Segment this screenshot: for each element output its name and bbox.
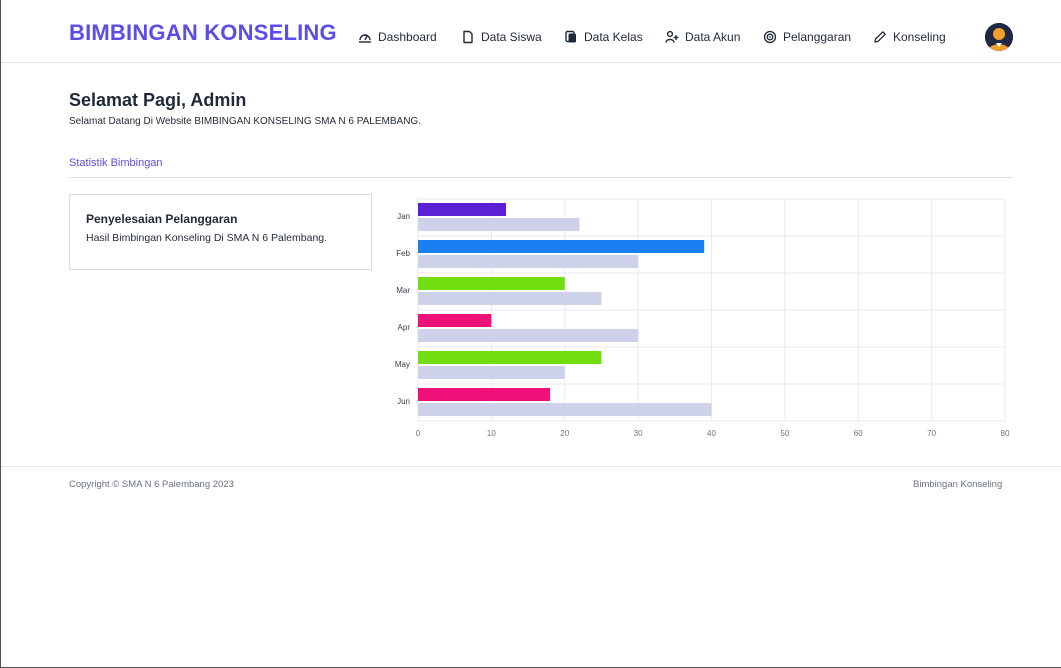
nav-pelanggaran-label: Pelanggaran <box>783 30 852 44</box>
nav-data-kelas-label: Data Kelas <box>584 30 643 44</box>
nav-konseling[interactable]: Konseling <box>873 30 946 44</box>
section-divider <box>69 177 1013 178</box>
x-tick-label: 40 <box>707 429 716 438</box>
nav-pelanggaran[interactable]: Pelanggaran <box>763 30 851 44</box>
x-tick-label: 60 <box>854 429 863 438</box>
nav-konseling-label: Konseling <box>893 30 946 44</box>
bar-secondary <box>418 255 639 268</box>
nav-data-akun[interactable]: Data Akun <box>665 30 740 44</box>
nav-data-kelas[interactable]: Data Kelas <box>564 30 643 44</box>
bar-primary <box>418 314 492 327</box>
bar-secondary <box>418 403 712 416</box>
section-title: Statistik Bimbingan <box>69 157 163 169</box>
y-tick-label: Feb <box>396 249 410 258</box>
nav-data-akun-label: Data Akun <box>685 30 741 44</box>
info-card: Penyelesaian Pelanggaran Hasil Bimbingan… <box>69 194 372 270</box>
user-avatar-icon <box>985 23 1013 51</box>
y-tick-label: Mar <box>396 286 410 295</box>
nav-data-siswa-label: Data Siswa <box>481 30 542 44</box>
x-tick-label: 80 <box>1001 429 1010 438</box>
file-icon <box>463 30 473 44</box>
x-tick-label: 0 <box>416 429 421 438</box>
user-plus-icon <box>665 30 679 43</box>
bar-primary <box>418 351 602 364</box>
pencil-icon <box>874 31 886 43</box>
bar-secondary <box>418 292 602 305</box>
bar-primary <box>418 277 565 290</box>
target-icon <box>763 30 777 44</box>
nav-data-siswa[interactable]: Data Siswa <box>461 30 542 44</box>
welcome-text: Selamat Datang Di Website BIMBINGAN KONS… <box>69 116 421 127</box>
bar-primary <box>418 240 705 253</box>
footer-divider <box>1 466 1061 467</box>
nav-dashboard[interactable]: Dashboard <box>358 30 437 44</box>
avatar[interactable] <box>985 23 1013 51</box>
copy-icon <box>565 30 576 43</box>
page-title: Selamat Pagi, Admin <box>69 90 247 110</box>
y-tick-label: Jan <box>397 212 410 221</box>
x-tick-label: 20 <box>560 429 569 438</box>
dashboard-icon <box>359 34 371 43</box>
card-subtitle: Hasil Bimbingan Konseling Di SMA N 6 Pal… <box>86 232 328 244</box>
nav-dashboard-label: Dashboard <box>378 30 437 44</box>
x-tick-label: 50 <box>780 429 789 438</box>
bar-primary <box>418 203 507 216</box>
bar-chart: 0 10 20 30 40 50 60 70 80 Jan Feb Mar Apr May Jun <box>381 192 1021 444</box>
card-title: Penyelesaian Pelanggaran <box>86 212 238 226</box>
bar-primary <box>418 388 551 401</box>
navbar: BIMBINGAN KONSELING Dashboard Data Siswa… <box>1 0 1061 63</box>
bar-secondary <box>418 218 580 231</box>
x-tick-label: 10 <box>487 429 496 438</box>
y-tick-label: Apr <box>398 323 411 332</box>
brand-logo[interactable]: BIMBINGAN KONSELING <box>69 20 337 46</box>
y-tick-label: Jun <box>397 397 410 406</box>
x-tick-label: 70 <box>927 429 936 438</box>
y-tick-label: May <box>395 360 410 369</box>
footer-copyright: Copyright © SMA N 6 Palembang 2023 <box>69 479 234 490</box>
footer-right-text[interactable]: Bimbingan Konseling <box>913 479 1002 490</box>
bar-secondary <box>418 366 565 379</box>
x-tick-label: 30 <box>634 429 643 438</box>
bar-secondary <box>418 329 639 342</box>
chart-svg: 0 10 20 30 40 50 60 70 80 Jan Feb Mar Apr May Jun <box>395 198 1010 438</box>
